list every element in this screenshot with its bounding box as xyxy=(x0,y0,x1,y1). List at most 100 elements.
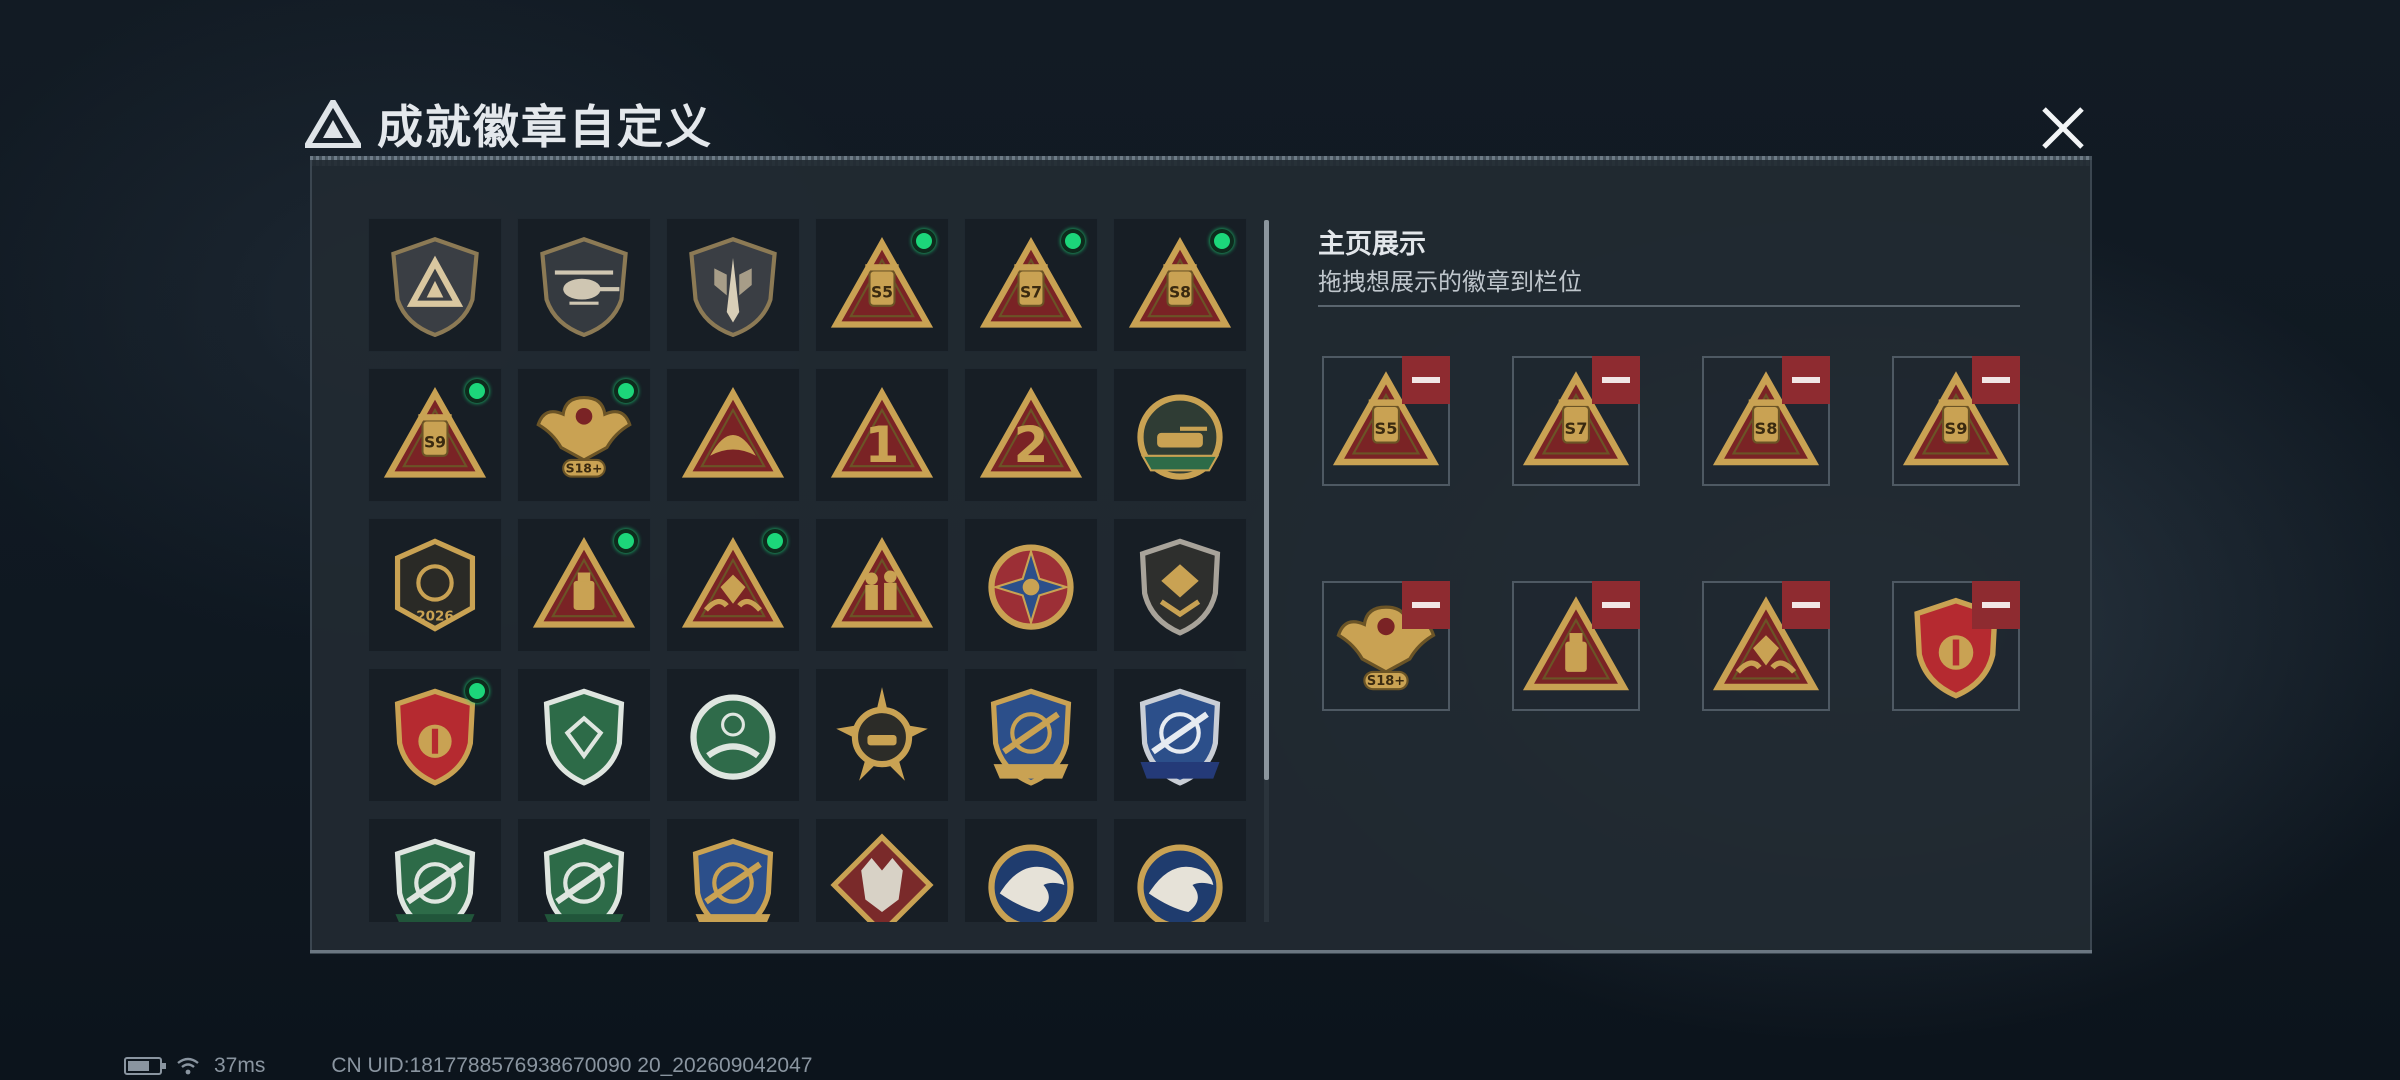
status-bar: 37ms CN UID:1817788576938670090 20_20260… xyxy=(124,1054,812,1078)
badge-cell[interactable] xyxy=(517,818,651,922)
remove-badge-button[interactable] xyxy=(1782,581,1830,629)
delta-force-tank-badge-icon xyxy=(1137,394,1223,480)
badge-cell[interactable] xyxy=(368,818,502,922)
badge-cell[interactable] xyxy=(964,818,1098,922)
badge-cell[interactable]: S7 xyxy=(964,218,1098,352)
close-button[interactable] xyxy=(2030,97,2096,159)
rank-2-badge-icon: 2 xyxy=(979,387,1083,478)
svg-text:2: 2 xyxy=(1014,416,1049,474)
badge-cell[interactable]: 2 xyxy=(964,368,1098,502)
badge-cell[interactable]: S5 xyxy=(815,218,949,352)
minus-icon xyxy=(1792,602,1820,608)
eagle-blue-badge-icon xyxy=(988,844,1074,922)
badge-cell[interactable] xyxy=(666,818,800,922)
minus-icon xyxy=(1982,377,2010,383)
showcase-title: 主页展示 xyxy=(1318,229,1426,259)
badge-cell[interactable]: S18+ xyxy=(517,368,651,502)
minus-icon xyxy=(1792,377,1820,383)
tank-star-badge-icon xyxy=(836,687,928,781)
ping-text: 37ms xyxy=(214,1054,266,1077)
showcase-slot[interactable]: S5 xyxy=(1322,356,1450,486)
badge-cell[interactable] xyxy=(964,518,1098,652)
equipped-indicator xyxy=(1210,229,1234,253)
badge-cell[interactable] xyxy=(666,518,800,652)
badge-cell[interactable] xyxy=(815,518,949,652)
badge-cell[interactable] xyxy=(1113,368,1247,502)
wolf-diamond-badge-icon xyxy=(830,833,934,922)
scrollbar-thumb[interactable] xyxy=(1264,220,1269,780)
svg-text:S5: S5 xyxy=(871,283,893,301)
badge-cell[interactable]: S8 xyxy=(1113,218,1247,352)
title-bar: 成就徽章自定义 xyxy=(305,92,713,156)
equipped-indicator xyxy=(763,529,787,553)
svg-text:S9: S9 xyxy=(1945,419,1968,438)
delta-logo-icon xyxy=(305,100,361,148)
minus-icon xyxy=(1602,602,1630,608)
svg-text:S5: S5 xyxy=(1375,419,1398,438)
bird-triangle-badge-icon xyxy=(681,387,785,478)
showcase-slot[interactable]: S7 xyxy=(1512,356,1640,486)
equipped-indicator xyxy=(614,529,638,553)
badge-grid[interactable]: S5 S7 S8 S9 S18+ 1 2 2026 xyxy=(368,218,1252,922)
delta-force-2026-badge-icon: 2026 xyxy=(394,538,476,632)
svg-text:S9: S9 xyxy=(424,433,446,451)
star-compass-badge-icon xyxy=(988,544,1074,630)
badge-cell[interactable]: 1 xyxy=(815,368,949,502)
green-rifle-shield-2-badge-icon xyxy=(543,838,625,922)
svg-text:S18+: S18+ xyxy=(1367,674,1405,689)
badge-cell[interactable] xyxy=(666,218,800,352)
badge-cell[interactable] xyxy=(368,668,502,802)
remove-badge-button[interactable] xyxy=(1402,356,1450,404)
gold-rifle-shield-badge-icon xyxy=(990,688,1072,786)
remove-badge-button[interactable] xyxy=(1592,356,1640,404)
minus-icon xyxy=(1982,602,2010,608)
badge-cell[interactable] xyxy=(517,218,651,352)
chevron-shield-badge-icon xyxy=(1139,538,1221,636)
svg-text:2026: 2026 xyxy=(416,608,454,624)
equipped-indicator xyxy=(912,229,936,253)
badge-cell[interactable] xyxy=(1113,818,1247,922)
showcase-slot[interactable] xyxy=(1512,581,1640,711)
badge-cell[interactable] xyxy=(815,668,949,802)
badge-cell[interactable] xyxy=(1113,518,1247,652)
green-rifle-shield-badge-icon xyxy=(394,838,476,922)
svg-text:S8: S8 xyxy=(1169,283,1191,301)
showcase-divider xyxy=(1318,305,2020,307)
badge-cell[interactable] xyxy=(1113,668,1247,802)
badge-cell[interactable] xyxy=(368,218,502,352)
badge-cell[interactable] xyxy=(815,818,949,922)
equipped-indicator xyxy=(465,679,489,703)
badge-cell[interactable] xyxy=(666,668,800,802)
equipped-indicator xyxy=(465,379,489,403)
showcase-slot[interactable]: S9 xyxy=(1892,356,2020,486)
gold-rifle-shield-2-badge-icon xyxy=(692,838,774,922)
showcase-slot[interactable] xyxy=(1702,581,1830,711)
minus-icon xyxy=(1412,602,1440,608)
badge-cell[interactable] xyxy=(666,368,800,502)
badge-cell[interactable] xyxy=(517,668,651,802)
wifi-icon xyxy=(177,1057,199,1075)
svg-text:S18+: S18+ xyxy=(566,460,603,475)
remove-badge-button[interactable] xyxy=(1972,581,2020,629)
svg-text:1: 1 xyxy=(865,416,900,474)
remove-badge-button[interactable] xyxy=(1782,356,1830,404)
blue-rifle-shield-badge-icon xyxy=(1139,688,1221,786)
showcase-slot[interactable] xyxy=(1892,581,2020,711)
remove-badge-button[interactable] xyxy=(1402,581,1450,629)
minus-icon xyxy=(1602,377,1630,383)
badge-cell[interactable]: S9 xyxy=(368,368,502,502)
svg-text:S7: S7 xyxy=(1565,419,1588,438)
badge-cell[interactable] xyxy=(517,518,651,652)
remove-badge-button[interactable] xyxy=(1972,356,2020,404)
close-icon xyxy=(2042,107,2084,149)
soldiers-triangle-badge-icon xyxy=(830,537,934,628)
remove-badge-button[interactable] xyxy=(1592,581,1640,629)
showcase-slot[interactable]: S18+ xyxy=(1322,581,1450,711)
rank-1-badge-icon: 1 xyxy=(830,387,934,478)
showcase-slot[interactable]: S8 xyxy=(1702,356,1830,486)
badge-cell[interactable]: 2026 xyxy=(368,518,502,652)
page-title: 成就徽章自定义 xyxy=(377,101,713,153)
panel-footer-line xyxy=(310,950,2092,953)
badge-cell[interactable] xyxy=(964,668,1098,802)
green-gem-shield-badge-icon xyxy=(543,688,625,786)
